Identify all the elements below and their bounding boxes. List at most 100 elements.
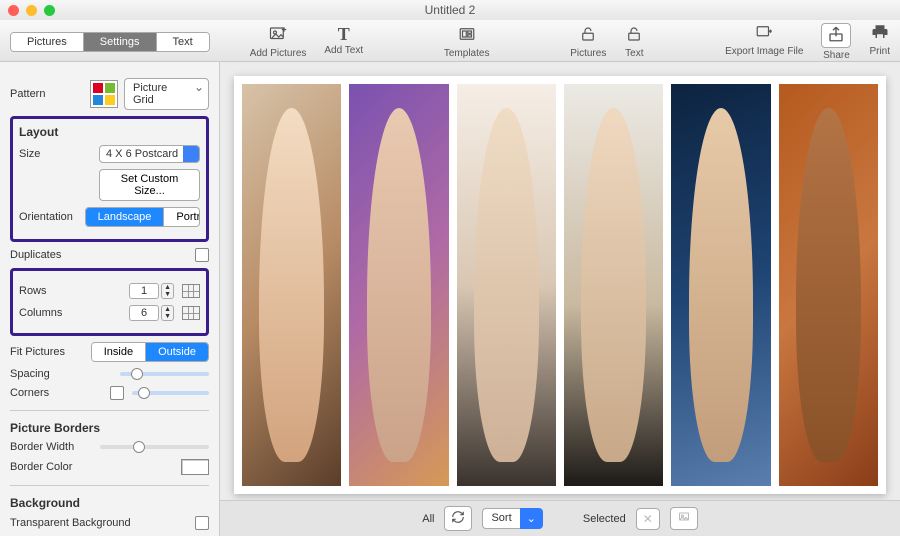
chevron-down-icon: ▼ bbox=[162, 313, 173, 320]
borders-heading: Picture Borders bbox=[10, 421, 209, 435]
orientation-landscape-button[interactable]: Landscape bbox=[86, 208, 165, 226]
toolbar-label: Add Pictures bbox=[250, 48, 307, 59]
delete-selected-button[interactable]: ✕ bbox=[636, 508, 660, 530]
picture-cell[interactable] bbox=[779, 84, 878, 486]
toolbar-label: Print bbox=[869, 46, 890, 57]
pattern-swatch-icon bbox=[90, 80, 118, 108]
zoom-icon[interactable] bbox=[44, 5, 55, 16]
columns-stepper[interactable]: ▲▼ bbox=[161, 305, 174, 321]
print-button[interactable]: Print bbox=[869, 23, 890, 57]
titlebar: Untitled 2 bbox=[0, 0, 900, 20]
window-controls bbox=[8, 5, 55, 16]
picture-cell[interactable] bbox=[349, 84, 448, 486]
divider bbox=[10, 485, 209, 486]
lock-pictures-button[interactable]: Pictures bbox=[570, 25, 606, 59]
picture-cell[interactable] bbox=[457, 84, 556, 486]
add-text-button[interactable]: T Add Text bbox=[324, 25, 363, 56]
corners-checkbox[interactable] bbox=[110, 386, 124, 400]
transparent-bg-label: Transparent Background bbox=[10, 517, 131, 529]
duplicates-checkbox[interactable] bbox=[195, 248, 209, 262]
canvas-area[interactable] bbox=[220, 62, 900, 500]
fit-outside-button[interactable]: Outside bbox=[146, 343, 208, 361]
printer-icon bbox=[870, 23, 890, 44]
share-button[interactable]: Share bbox=[821, 23, 851, 61]
layout-section: Layout Size 4 X 6 Postcard Set Custom Si… bbox=[10, 116, 209, 242]
toolbar-label: Text bbox=[625, 48, 643, 59]
export-button[interactable]: Export Image File bbox=[725, 23, 803, 57]
toolbar-label: Share bbox=[823, 50, 850, 61]
chevron-up-icon: ▲ bbox=[162, 306, 173, 313]
rows-input[interactable]: 1 bbox=[129, 283, 159, 299]
corners-slider[interactable] bbox=[132, 391, 209, 395]
reveal-selected-button[interactable] bbox=[670, 507, 698, 530]
duplicates-label: Duplicates bbox=[10, 249, 90, 261]
templates-button[interactable]: Templates bbox=[444, 25, 490, 59]
fit-inows-stepper[interactable]: Inside bbox=[92, 343, 146, 361]
rows-stepper[interactable]: ▲▼ bbox=[161, 283, 174, 299]
pattern-select[interactable]: Picture Grid bbox=[124, 78, 209, 110]
picture-cell[interactable] bbox=[564, 84, 663, 486]
border-color-well[interactable] bbox=[181, 459, 209, 475]
custom-size-button[interactable]: Set Custom Size... bbox=[99, 169, 200, 201]
toolbar-lock-group: Pictures Text bbox=[570, 25, 644, 59]
size-select[interactable]: 4 X 6 Postcard bbox=[99, 145, 200, 163]
minimize-icon[interactable] bbox=[26, 5, 37, 16]
page bbox=[234, 76, 886, 494]
transparent-bg-checkbox[interactable] bbox=[195, 516, 209, 530]
image-plus-icon bbox=[268, 25, 288, 46]
picture-cell[interactable] bbox=[671, 84, 770, 486]
chevron-up-icon: ▲ bbox=[162, 284, 173, 291]
text-icon: T bbox=[338, 25, 350, 43]
rows-label: Rows bbox=[19, 285, 99, 297]
picture-cell[interactable] bbox=[242, 84, 341, 486]
toolbar-label: Templates bbox=[444, 48, 490, 59]
templates-icon bbox=[457, 25, 477, 46]
sort-button[interactable]: Sort ⌄ bbox=[482, 508, 542, 529]
rows-grid-icon[interactable] bbox=[182, 284, 200, 298]
tab-pictures[interactable]: Pictures bbox=[11, 33, 84, 51]
spacing-slider[interactable] bbox=[120, 372, 209, 376]
fit-label: Fit Pictures bbox=[10, 346, 90, 358]
toolbar: Pictures Settings Text Add Pictures T Ad… bbox=[0, 20, 900, 62]
close-icon[interactable] bbox=[8, 5, 19, 16]
chevron-down-icon: ⌄ bbox=[520, 508, 543, 529]
border-width-slider[interactable] bbox=[100, 445, 209, 449]
unlock-icon bbox=[624, 25, 644, 46]
duplicates-row: Duplicates bbox=[10, 248, 209, 262]
refresh-icon bbox=[451, 510, 465, 524]
columns-input[interactable]: 6 bbox=[129, 305, 159, 321]
chevron-down-icon: ▼ bbox=[162, 291, 173, 298]
canvas: All Sort ⌄ Selected ✕ bbox=[220, 62, 900, 536]
window-title: Untitled 2 bbox=[0, 3, 900, 17]
x-icon: ✕ bbox=[643, 512, 653, 526]
export-icon bbox=[754, 23, 774, 44]
pattern-row: Pattern Picture Grid bbox=[10, 78, 209, 110]
add-pictures-button[interactable]: Add Pictures bbox=[250, 25, 307, 59]
sort-label: Sort bbox=[482, 508, 519, 529]
border-width-label: Border Width bbox=[10, 441, 90, 453]
pattern-label: Pattern bbox=[10, 88, 90, 100]
tab-settings[interactable]: Settings bbox=[84, 33, 157, 51]
share-icon bbox=[821, 23, 851, 48]
size-value: 4 X 6 Postcard bbox=[106, 148, 178, 160]
orientation-label: Orientation bbox=[19, 211, 85, 223]
lock-text-button[interactable]: Text bbox=[624, 25, 644, 59]
border-color-label: Border Color bbox=[10, 461, 90, 473]
all-label: All bbox=[422, 513, 434, 525]
image-icon bbox=[677, 511, 691, 523]
columns-grid-icon[interactable] bbox=[182, 306, 200, 320]
refresh-button[interactable] bbox=[444, 506, 472, 531]
toolbar-label: Pictures bbox=[570, 48, 606, 59]
selected-label: Selected bbox=[583, 513, 626, 525]
size-label: Size bbox=[19, 148, 99, 160]
orientation-portrait-button[interactable]: Portrait bbox=[164, 208, 200, 226]
tab-text[interactable]: Text bbox=[157, 33, 209, 51]
toolbar-label: Add Text bbox=[324, 45, 363, 56]
grid-section: Rows 1 ▲▼ Columns 6 ▲▼ bbox=[10, 268, 209, 336]
mode-tabs: Pictures Settings Text bbox=[10, 32, 210, 52]
corners-row: Corners bbox=[10, 386, 209, 400]
columns-label: Columns bbox=[19, 307, 99, 319]
divider bbox=[10, 410, 209, 411]
bottom-bar: All Sort ⌄ Selected ✕ bbox=[220, 500, 900, 536]
layout-heading: Layout bbox=[19, 125, 200, 139]
